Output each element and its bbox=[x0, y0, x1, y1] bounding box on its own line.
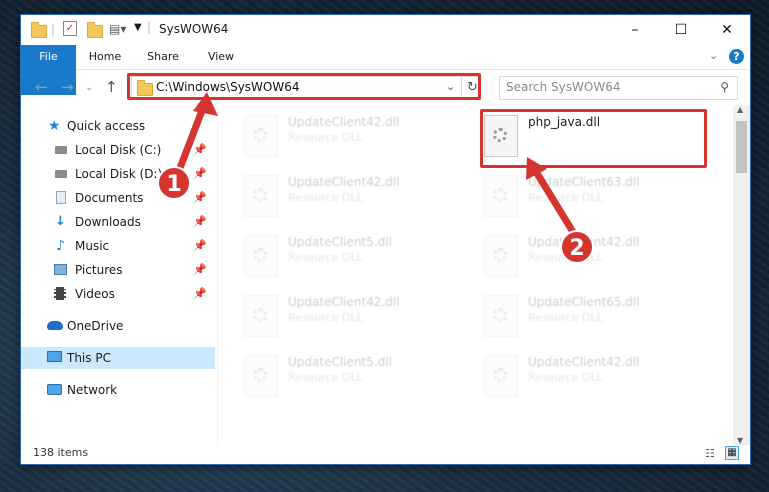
back-arrow-icon[interactable]: ← bbox=[35, 78, 48, 96]
scrollbar-thumb[interactable] bbox=[736, 121, 747, 173]
dll-file-icon bbox=[244, 355, 278, 397]
item-count: 138 items bbox=[33, 446, 89, 459]
details-view-icon[interactable]: ☷ bbox=[705, 447, 715, 460]
close-button[interactable]: ✕ bbox=[704, 15, 750, 45]
callout-2: 2 bbox=[560, 230, 594, 264]
pin-icon[interactable]: 📌 bbox=[193, 283, 207, 305]
file-highlight-box bbox=[480, 109, 707, 168]
download-icon: ↓ bbox=[55, 214, 66, 229]
tab-home[interactable]: Home bbox=[83, 45, 127, 69]
search-input[interactable]: Search SysWOW64 bbox=[506, 80, 620, 94]
new-folder-icon[interactable] bbox=[87, 22, 103, 38]
cloud-icon bbox=[47, 321, 63, 330]
search-icon[interactable]: ⚲ bbox=[720, 80, 729, 94]
sidebar-item-this-pc[interactable]: This PC bbox=[21, 347, 215, 369]
drive-icon bbox=[55, 170, 67, 178]
list-item[interactable]: UpdateClient42.dll Resource DLL bbox=[480, 233, 710, 283]
dll-file-icon bbox=[484, 235, 518, 277]
dll-file-icon bbox=[484, 295, 518, 337]
pin-icon[interactable]: 📌 bbox=[193, 139, 207, 161]
large-icons-view-icon[interactable]: ▦ bbox=[725, 446, 739, 460]
pin-icon[interactable]: 📌 bbox=[193, 259, 207, 281]
pin-icon[interactable]: 📌 bbox=[193, 235, 207, 257]
dll-file-icon bbox=[244, 235, 278, 277]
chevron-down-icon[interactable]: ▼ bbox=[134, 22, 142, 33]
properties-icon[interactable]: ✓ bbox=[63, 21, 77, 36]
list-item[interactable]: UpdateClient65.dll Resource DLL bbox=[480, 293, 710, 343]
documents-icon bbox=[56, 191, 66, 204]
navigation-pane: ★ Quick access Local Disk (C:) 📌 Local D… bbox=[21, 105, 218, 445]
videos-icon bbox=[54, 287, 66, 300]
list-item[interactable]: UpdateClient42.dll Resource DLL bbox=[240, 113, 470, 163]
customize-toolbar-icon[interactable]: ▤▾ bbox=[109, 22, 126, 36]
list-item[interactable]: UpdateClient42.dll Resource DLL bbox=[240, 293, 470, 343]
pin-icon[interactable]: 📌 bbox=[193, 211, 207, 233]
search-box[interactable]: Search SysWOW64 ⚲ bbox=[499, 76, 738, 100]
dll-file-icon bbox=[484, 355, 518, 397]
music-icon: ♪ bbox=[56, 238, 65, 254]
scroll-up-icon[interactable]: ▲ bbox=[737, 105, 743, 114]
status-bar: 138 items ☷ ▦ bbox=[21, 445, 750, 464]
star-icon: ★ bbox=[48, 118, 61, 134]
sidebar-item-videos[interactable]: Videos 📌 bbox=[21, 283, 215, 305]
title-bar: | ✓ ▤▾ ▼ | SysWOW64 – ☐ ✕ bbox=[21, 15, 750, 45]
pictures-icon bbox=[54, 264, 67, 275]
callout-1: 1 bbox=[157, 166, 191, 200]
chevron-down-icon[interactable]: ⌄ bbox=[709, 49, 718, 62]
pin-icon[interactable]: 📌 bbox=[193, 187, 207, 209]
pin-icon[interactable]: 📌 bbox=[193, 163, 207, 185]
recent-locations-icon[interactable]: ⌄ bbox=[85, 82, 93, 93]
sidebar-item-downloads[interactable]: ↓ Downloads 📌 bbox=[21, 211, 215, 233]
tab-share[interactable]: Share bbox=[141, 45, 185, 69]
list-item[interactable]: UpdateClient42.dll Resource DLL bbox=[480, 353, 710, 403]
sidebar-item-onedrive[interactable]: OneDrive bbox=[21, 315, 215, 337]
separator: | bbox=[51, 22, 56, 36]
sidebar-item-network[interactable]: Network bbox=[21, 379, 215, 401]
list-item[interactable]: UpdateClient63.dll Resource DLL bbox=[480, 173, 710, 223]
ribbon: File Home Share View ⌄ ? bbox=[21, 45, 750, 95]
window-title: SysWOW64 bbox=[159, 22, 229, 36]
dll-file-icon bbox=[484, 175, 518, 217]
drive-icon bbox=[55, 146, 67, 154]
sidebar-item-pictures[interactable]: Pictures 📌 bbox=[21, 259, 215, 281]
maximize-button[interactable]: ☐ bbox=[658, 15, 704, 45]
vertical-scrollbar[interactable]: ▲ ▼ bbox=[733, 105, 750, 445]
up-arrow-icon[interactable]: ↑ bbox=[105, 78, 118, 96]
sidebar-item-quick-access[interactable]: ★ Quick access bbox=[21, 115, 215, 137]
list-item[interactable]: UpdateClient5.dll Resource DLL bbox=[240, 233, 470, 283]
scroll-down-icon[interactable]: ▼ bbox=[737, 436, 743, 445]
minimize-button[interactable]: – bbox=[612, 15, 658, 45]
address-row: ← → ⌄ ↑ C:\Windows\SysWOW64 ⌄ ↻ Search S… bbox=[21, 70, 750, 104]
network-icon bbox=[47, 384, 62, 395]
help-icon[interactable]: ? bbox=[729, 49, 744, 64]
explorer-window: | ✓ ▤▾ ▼ | SysWOW64 – ☐ ✕ File Home Shar… bbox=[20, 14, 751, 465]
dll-file-icon bbox=[244, 175, 278, 217]
dll-file-icon bbox=[244, 115, 278, 157]
list-item[interactable]: UpdateClient42.dll Resource DLL bbox=[240, 173, 470, 223]
list-item[interactable]: UpdateClient5.dll Resource DLL bbox=[240, 353, 470, 403]
separator: | bbox=[147, 20, 152, 34]
tab-view[interactable]: View bbox=[199, 45, 243, 69]
sidebar-item-local-disk-c[interactable]: Local Disk (C:) 📌 bbox=[21, 139, 215, 161]
computer-icon bbox=[47, 351, 62, 362]
folder-icon bbox=[31, 22, 47, 38]
forward-arrow-icon[interactable]: → bbox=[61, 78, 74, 96]
sidebar-item-music[interactable]: ♪ Music 📌 bbox=[21, 235, 215, 257]
dll-file-icon bbox=[244, 295, 278, 337]
address-highlight-box bbox=[127, 73, 481, 100]
